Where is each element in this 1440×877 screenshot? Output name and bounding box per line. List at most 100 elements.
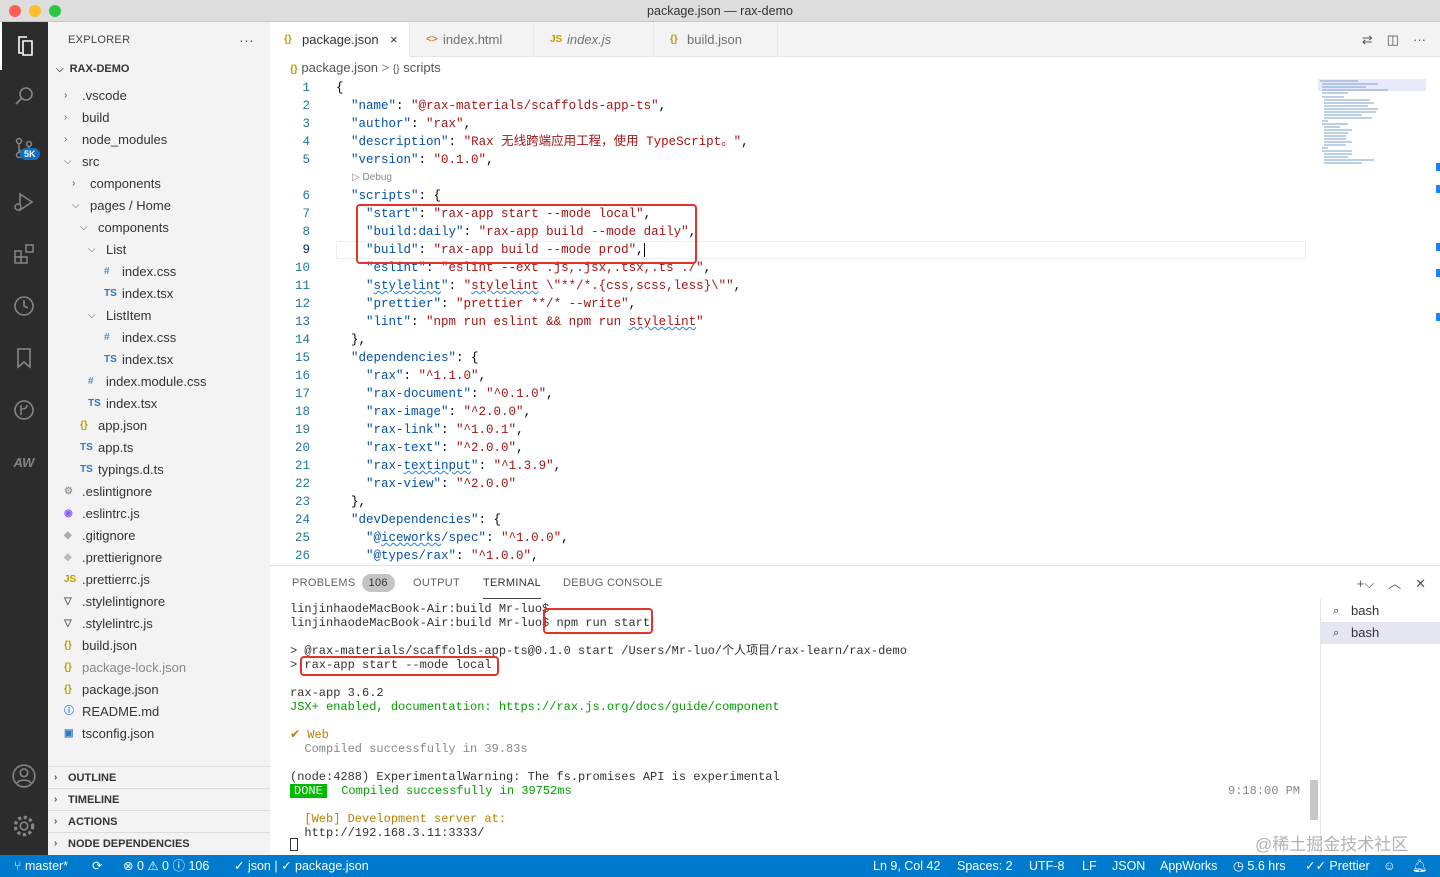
language-mode[interactable]: JSON (1112, 855, 1145, 877)
tree-file[interactable]: # index.module.css (48, 371, 270, 393)
timeline-icon[interactable] (0, 282, 48, 330)
tab-problems[interactable]: PROBLEMS 106 (292, 566, 395, 601)
code-line: 1{ (270, 79, 1310, 97)
editor-actions: ⇄ ◫ ··· (1362, 22, 1426, 57)
code-line: 3 "author": "rax", (270, 115, 1310, 133)
tree-file[interactable]: TS index.tsx (48, 349, 270, 371)
scripts-highlight-box (356, 204, 697, 264)
section-node-dependencies[interactable]: › NODE DEPENDENCIES (48, 832, 270, 854)
more-actions-icon[interactable]: ··· (239, 22, 254, 58)
eol-status[interactable]: LF (1082, 855, 1097, 877)
section-outline[interactable]: › OUTLINE (48, 766, 270, 788)
git-graph-icon[interactable] (0, 386, 48, 434)
tree-file[interactable]: TS index.tsx (48, 393, 270, 415)
terminal-item-bash[interactable]: ⌕ bash (1321, 600, 1440, 622)
breadcrumb-file[interactable]: package.json (301, 60, 378, 75)
breadcrumb-symbol[interactable]: scripts (403, 60, 441, 75)
extensions-icon[interactable] (0, 230, 48, 278)
tree-file[interactable]: TS typings.d.ts (48, 459, 270, 481)
search-icon[interactable] (0, 72, 48, 120)
tree-file[interactable]: TS index.tsx (48, 283, 270, 305)
tree-file[interactable]: ⓘ README.md (48, 701, 270, 723)
explorer-icon[interactable] (0, 22, 48, 70)
section-timeline[interactable]: › TIMELINE (48, 788, 270, 810)
tree-folder[interactable]: › components (48, 173, 270, 195)
code-editor[interactable]: 1{2 "name": "@rax-materials/scaffolds-ap… (270, 79, 1440, 565)
indentation-status[interactable]: Spaces: 2 (957, 855, 1013, 877)
close-icon[interactable]: × (390, 22, 398, 57)
tree-folder[interactable]: ⌵ components (48, 217, 270, 239)
code-token: : { (478, 513, 502, 527)
tree-file[interactable]: {} package-lock.json (48, 657, 270, 679)
manage-gear-icon[interactable] (0, 802, 48, 850)
tree-file[interactable]: ▽ .stylelintrc.js (48, 613, 270, 635)
line-number: 2 (302, 99, 310, 113)
tree-folder[interactable]: ⌵ src (48, 151, 270, 173)
branch-status[interactable]: ⑂ master* (14, 855, 68, 877)
tab-output[interactable]: OUTPUT (413, 566, 460, 601)
tab-build-json[interactable]: {} build.json (654, 22, 778, 57)
tab-index-html[interactable]: <> index.html (410, 22, 534, 57)
section-actions[interactable]: › ACTIONS (48, 810, 270, 832)
notifications-icon[interactable]: 🔔︎ (1412, 855, 1428, 877)
tab-index-js[interactable]: JS index.js (534, 22, 654, 57)
tab-label: package.json (302, 32, 379, 47)
tree-file[interactable]: # index.css (48, 327, 270, 349)
tree-file[interactable]: ◉ .eslintrc.js (48, 503, 270, 525)
feedback-icon[interactable]: ☺ (1383, 855, 1396, 877)
tree-folder[interactable]: › build (48, 107, 270, 129)
tree-file[interactable]: JS .prettierrc.js (48, 569, 270, 591)
new-terminal-icon[interactable]: +⌵ (1357, 566, 1374, 601)
minimize-window-button[interactable] (29, 5, 41, 17)
time-tracker[interactable]: ◷ 5.6 hrs (1233, 855, 1286, 877)
tree-file[interactable]: {} build.json (48, 635, 270, 657)
run-debug-icon[interactable] (0, 178, 48, 226)
tree-folder[interactable]: › .vscode (48, 85, 270, 107)
account-icon[interactable] (0, 752, 48, 800)
tree-file[interactable]: ◆ .gitignore (48, 525, 270, 547)
tree-file[interactable]: {} app.json (48, 415, 270, 437)
tab-package-json[interactable]: {} package.json × (270, 22, 410, 57)
bookmarks-icon[interactable] (0, 334, 48, 382)
terminal-scrollbar[interactable] (1310, 780, 1318, 820)
tree-file[interactable]: # index.css (48, 261, 270, 283)
split-editor-icon[interactable]: ◫ (1387, 22, 1399, 57)
compare-changes-icon[interactable]: ⇄ (1362, 22, 1373, 57)
tree-file[interactable]: ◆ .prettierignore (48, 547, 270, 569)
zoom-window-button[interactable] (49, 5, 61, 17)
prettier-status[interactable]: ✓✓ Prettier (1305, 855, 1370, 877)
code-text: "rax-view": "^2.0.0" (336, 475, 516, 493)
close-window-button[interactable] (9, 5, 21, 17)
sync-icon[interactable]: ⟳ (92, 855, 102, 877)
appworks-icon[interactable]: AW (0, 438, 48, 486)
tree-folder[interactable]: ⌵ List (48, 239, 270, 261)
tab-terminal[interactable]: TERMINAL (483, 566, 542, 599)
code-token: : (456, 549, 472, 563)
problems-status[interactable]: ⊗ 0 ⚠ 0 ⓘ 106 (123, 855, 209, 877)
tree-folder[interactable]: ⌵ pages / Home (48, 195, 270, 217)
workspace-root[interactable]: ⌵ RAX-DEMO (48, 58, 270, 80)
tree-file[interactable]: ▣ tsconfig.json (48, 723, 270, 745)
close-panel-icon[interactable]: ✕ (1415, 566, 1426, 601)
tab-problems-label: PROBLEMS (292, 577, 356, 589)
debug-code-lens[interactable]: ▷ Debug (352, 169, 392, 187)
cursor-position[interactable]: Ln 9, Col 42 (873, 855, 940, 877)
appworks-status[interactable]: AppWorks (1160, 855, 1217, 877)
maximize-panel-icon[interactable]: ︿ (1388, 566, 1401, 601)
tab-debug-console[interactable]: DEBUG CONSOLE (563, 566, 663, 601)
tree-file[interactable]: {} package.json (48, 679, 270, 701)
tree-file[interactable]: ⚙ .eslintignore (48, 481, 270, 503)
scrollbar-marker (1436, 269, 1440, 277)
chevron-right-icon: › (64, 90, 68, 101)
terminal-item-bash[interactable]: ⌕ bash (1321, 622, 1440, 644)
tree-folder[interactable]: ⌵ ListItem (48, 305, 270, 327)
file-breadcrumb-status[interactable]: ✓ json | ✓ package.json (234, 855, 369, 877)
tree-file[interactable]: TS app.ts (48, 437, 270, 459)
tree-folder[interactable]: › node_modules (48, 129, 270, 151)
tree-file[interactable]: ▽ .stylelintignore (48, 591, 270, 613)
encoding-status[interactable]: UTF-8 (1029, 855, 1064, 877)
minimap[interactable] (1318, 79, 1426, 169)
json-file-icon: {} (290, 64, 298, 75)
more-actions-icon[interactable]: ··· (1413, 22, 1426, 57)
